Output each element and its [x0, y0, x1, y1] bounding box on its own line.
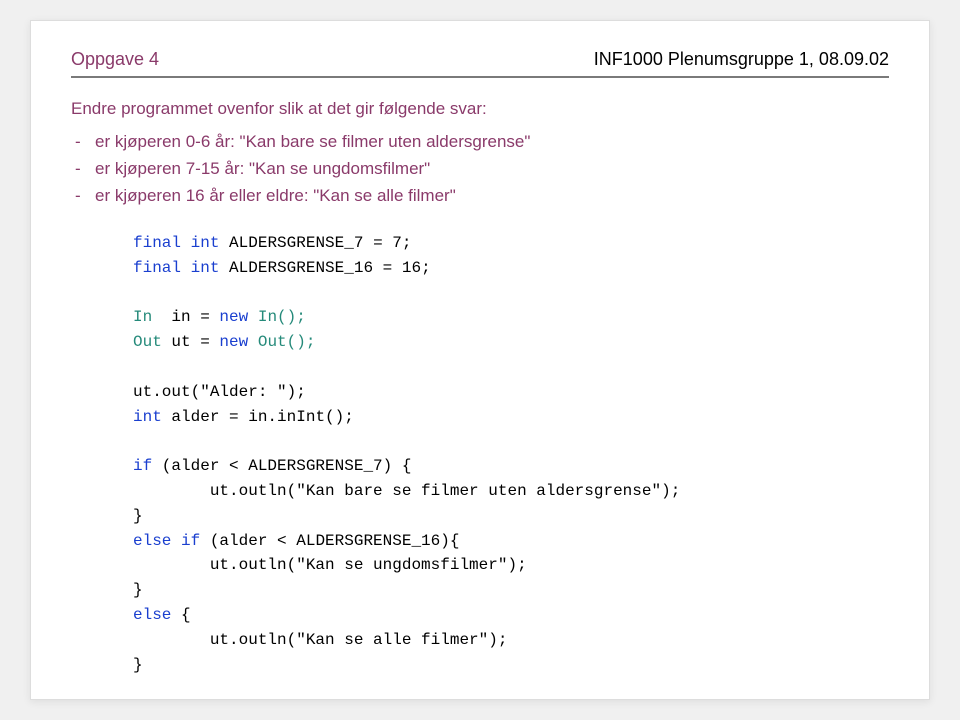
keyword: new [219, 308, 248, 326]
slide-page: Oppgave 4 INF1000 Plenumsgruppe 1, 08.09… [30, 20, 930, 700]
keyword: final [133, 234, 181, 252]
bullet-list: er kjøperen 0-6 år: "Kan bare se filmer … [71, 128, 889, 210]
keyword: else [133, 532, 171, 550]
code-text: } [133, 507, 143, 525]
typename: Out(); [248, 333, 315, 351]
header-right: INF1000 Plenumsgruppe 1, 08.09.02 [594, 49, 889, 70]
code-text: ut.outln("Kan se ungdomsfilmer"); [133, 556, 527, 574]
header-left: Oppgave 4 [71, 49, 159, 70]
code-text: { [171, 606, 190, 624]
code-text: ALDERSGRENSE_7 = 7; [219, 234, 411, 252]
keyword: if [171, 532, 200, 550]
bullet-item: er kjøperen 16 år eller eldre: "Kan se a… [95, 182, 889, 209]
bullet-item: er kjøperen 0-6 år: "Kan bare se filmer … [95, 128, 889, 155]
header: Oppgave 4 INF1000 Plenumsgruppe 1, 08.09… [71, 49, 889, 78]
keyword: int [191, 259, 220, 277]
code-text: ut.outln("Kan bare se filmer uten alders… [133, 482, 680, 500]
intro-text: Endre programmet ovenfor slik at det gir… [71, 96, 889, 122]
keyword: if [133, 457, 152, 475]
code-text: } [133, 656, 143, 674]
keyword: new [219, 333, 248, 351]
code-text: in = [152, 308, 219, 326]
keyword: int [191, 234, 220, 252]
code-text: } [133, 581, 143, 599]
keyword: else [133, 606, 171, 624]
keyword: final [133, 259, 181, 277]
code-text: (alder < ALDERSGRENSE_7) { [152, 457, 411, 475]
code-text: ALDERSGRENSE_16 = 16; [219, 259, 430, 277]
typename: In [133, 308, 152, 326]
typename: In(); [248, 308, 306, 326]
code-text: ut.outln("Kan se alle filmer"); [133, 631, 507, 649]
typename: Out [133, 333, 162, 351]
code-text: alder = in.inInt(); [162, 408, 354, 426]
keyword: int [133, 408, 162, 426]
code-block: final int ALDERSGRENSE_7 = 7; final int … [71, 231, 889, 677]
code-text: ut = [162, 333, 220, 351]
code-text: ut.out("Alder: "); [133, 383, 306, 401]
bullet-item: er kjøperen 7-15 år: "Kan se ungdomsfilm… [95, 155, 889, 182]
code-text: (alder < ALDERSGRENSE_16){ [200, 532, 459, 550]
